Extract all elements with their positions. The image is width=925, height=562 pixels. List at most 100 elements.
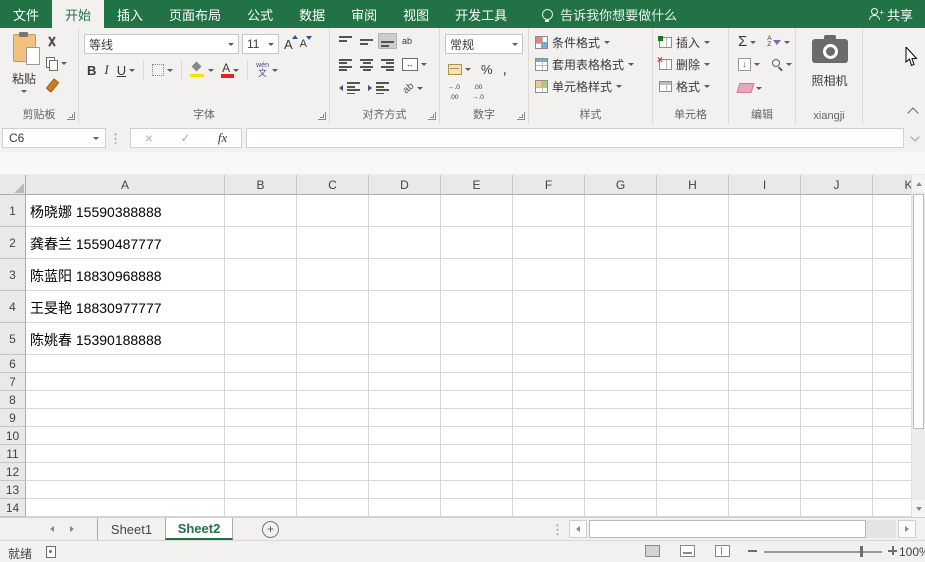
cell-A2[interactable]: 龚春兰 15590487777 (26, 227, 225, 259)
align-middle-button[interactable] (357, 33, 376, 49)
cell-J9[interactable] (801, 409, 873, 427)
decrease-indent-button[interactable] (336, 80, 363, 96)
cell-J1[interactable] (801, 195, 873, 227)
new-sheet-button[interactable] (262, 521, 279, 538)
cell-A10[interactable] (26, 427, 225, 445)
cell-I3[interactable] (729, 259, 801, 291)
cell-E11[interactable] (441, 445, 513, 463)
cell-F1[interactable] (513, 195, 585, 227)
tell-me-box[interactable]: 告诉我你想要做什么 (542, 0, 677, 28)
cell-J7[interactable] (801, 373, 873, 391)
horizontal-scrollbar-thumb[interactable] (589, 520, 866, 538)
cell-E10[interactable] (441, 427, 513, 445)
column-header-H[interactable]: H (657, 175, 729, 195)
cell-B6[interactable] (225, 355, 297, 373)
cell-H8[interactable] (657, 391, 729, 409)
cell-K3[interactable] (873, 259, 911, 291)
formula-input[interactable] (246, 128, 904, 148)
cell-K9[interactable] (873, 409, 911, 427)
macro-record-icon[interactable] (46, 546, 56, 558)
increase-decimal-button[interactable]: ←.0.00 (445, 82, 463, 103)
cell-E7[interactable] (441, 373, 513, 391)
conditional-formatting-button[interactable]: 条件格式 (535, 34, 611, 51)
column-header-D[interactable]: D (369, 175, 441, 195)
copy-button[interactable] (46, 55, 67, 71)
cell-F12[interactable] (513, 463, 585, 481)
cell-B2[interactable] (225, 227, 297, 259)
cell-A3[interactable]: 陈蓝阳 18830968888 (26, 259, 225, 291)
cell-B14[interactable] (225, 499, 297, 517)
sort-filter-button[interactable]: AZ (764, 34, 792, 51)
collapse-ribbon-icon[interactable] (907, 107, 919, 119)
cut-button[interactable] (46, 34, 57, 50)
vertical-scrollbar-thumb[interactable] (913, 194, 924, 429)
cell-D8[interactable] (369, 391, 441, 409)
row-header-11[interactable]: 11 (0, 445, 26, 463)
cell-K2[interactable] (873, 227, 911, 259)
cell-G2[interactable] (585, 227, 657, 259)
column-header-F[interactable]: F (513, 175, 585, 195)
cell-C11[interactable] (297, 445, 369, 463)
enter-icon[interactable]: ✓ (180, 131, 190, 145)
cell-J13[interactable] (801, 481, 873, 499)
cell-A5[interactable]: 陈姚春 15390188888 (26, 323, 225, 355)
cell-A13[interactable] (26, 481, 225, 499)
cell-I8[interactable] (729, 391, 801, 409)
cell-B13[interactable] (225, 481, 297, 499)
tab-home[interactable]: 开始 (52, 0, 105, 28)
row-header-3[interactable]: 3 (0, 259, 26, 291)
tab-file[interactable]: 文件 (0, 0, 52, 28)
cell-E12[interactable] (441, 463, 513, 481)
cell-I9[interactable] (729, 409, 801, 427)
phonetic-button[interactable]: wén 文 (253, 60, 281, 80)
column-header-G[interactable]: G (585, 175, 657, 195)
cell-A1[interactable]: 杨晓娜 15590388888 (26, 195, 225, 227)
format-as-table-button[interactable]: 套用表格格式 (535, 56, 635, 73)
normal-view-button[interactable] (645, 545, 660, 557)
cell-E1[interactable] (441, 195, 513, 227)
insert-cells-button[interactable]: 插入 (658, 34, 711, 51)
cell-H6[interactable] (657, 355, 729, 373)
cell-D13[interactable] (369, 481, 441, 499)
cell-A11[interactable] (26, 445, 225, 463)
zoom-level[interactable]: 100% (899, 545, 925, 559)
cell-I7[interactable] (729, 373, 801, 391)
tab-view[interactable]: 视图 (390, 0, 442, 28)
cell-J2[interactable] (801, 227, 873, 259)
sheet-tab-sheet1[interactable]: Sheet1 (97, 518, 165, 540)
tab-formulas[interactable]: 公式 (234, 0, 286, 28)
expand-formula-bar-icon[interactable] (910, 132, 920, 142)
orientation-button[interactable]: ab (400, 80, 426, 96)
column-header-C[interactable]: C (297, 175, 369, 195)
cell-J11[interactable] (801, 445, 873, 463)
cell-C1[interactable] (297, 195, 369, 227)
column-header-K[interactable]: K (873, 175, 911, 195)
cell-B9[interactable] (225, 409, 297, 427)
cell-K14[interactable] (873, 499, 911, 517)
format-cells-button[interactable]: 格式 (659, 78, 711, 95)
cell-F10[interactable] (513, 427, 585, 445)
column-header-J[interactable]: J (801, 175, 873, 195)
cell-A6[interactable] (26, 355, 225, 373)
cell-I5[interactable] (729, 323, 801, 355)
cell-B10[interactable] (225, 427, 297, 445)
cell-F8[interactable] (513, 391, 585, 409)
cell-J8[interactable] (801, 391, 873, 409)
cell-E13[interactable] (441, 481, 513, 499)
cell-H3[interactable] (657, 259, 729, 291)
cell-E9[interactable] (441, 409, 513, 427)
row-header-13[interactable]: 13 (0, 481, 26, 499)
cell-H2[interactable] (657, 227, 729, 259)
column-header-E[interactable]: E (441, 175, 513, 195)
cell-D3[interactable] (369, 259, 441, 291)
cell-E4[interactable] (441, 291, 513, 323)
cell-K11[interactable] (873, 445, 911, 463)
clipboard-launcher-icon[interactable] (67, 112, 75, 120)
cell-D6[interactable] (369, 355, 441, 373)
cell-D1[interactable] (369, 195, 441, 227)
row-header-6[interactable]: 6 (0, 355, 26, 373)
cell-B4[interactable] (225, 291, 297, 323)
cell-K8[interactable] (873, 391, 911, 409)
cell-A8[interactable] (26, 391, 225, 409)
cell-I11[interactable] (729, 445, 801, 463)
